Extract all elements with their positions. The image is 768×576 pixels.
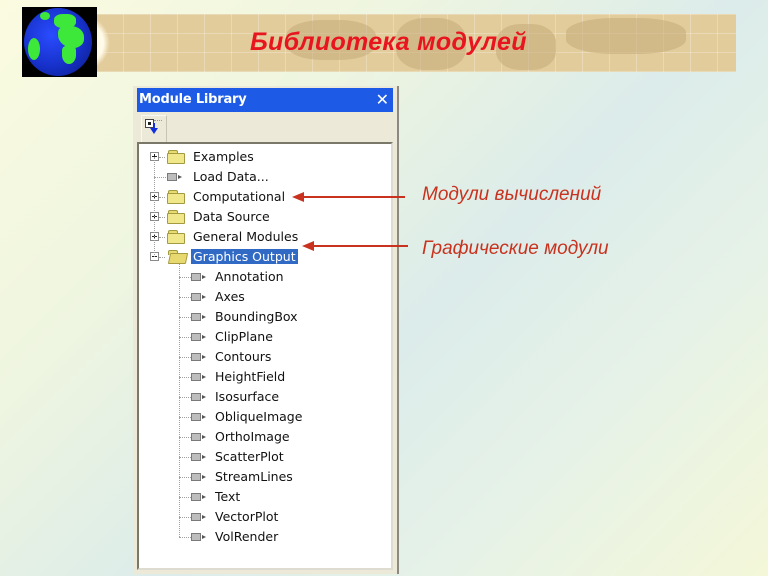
tree-item-label: Annotation <box>215 269 284 284</box>
folder-icon <box>167 190 186 204</box>
tree-item-module[interactable]: HeightField <box>139 368 391 386</box>
tree-item-folder[interactable]: Data Source <box>139 208 391 226</box>
module-icon <box>191 373 207 382</box>
tree-connector <box>179 264 180 537</box>
folder-open-icon <box>167 250 189 264</box>
tree-item-module[interactable]: VolRender <box>139 528 391 546</box>
tree-item-module[interactable]: BoundingBox <box>139 308 391 326</box>
tree-item-module[interactable]: ClipPlane <box>139 328 391 346</box>
tree-item-label: Axes <box>215 289 245 304</box>
module-icon <box>191 413 207 422</box>
expand-tree-button[interactable] <box>141 115 167 143</box>
tree-item-label: Examples <box>193 149 254 164</box>
tree-item-label: StreamLines <box>215 469 293 484</box>
tree-item-label: ObliqueImage <box>215 409 303 424</box>
module-icon <box>191 333 207 342</box>
folder-icon <box>167 210 186 224</box>
arrow-down-icon <box>150 123 158 134</box>
tree-item-label: OrthoImage <box>215 429 290 444</box>
tree-item-label: Computational <box>193 189 286 204</box>
module-library-window: Module Library ✕ Examples Load Data... Com… <box>133 86 399 574</box>
module-icon <box>191 313 207 322</box>
tree-item-module[interactable]: Isosurface <box>139 388 391 406</box>
tree-item-module[interactable]: ScatterPlot <box>139 448 391 466</box>
annotation-arrow-computational <box>302 196 405 198</box>
window-title: Module Library <box>139 92 247 107</box>
map-land-decoration <box>566 18 686 54</box>
tree-item-module[interactable]: OrthoImage <box>139 428 391 446</box>
annotation-arrow-graphics <box>312 245 408 247</box>
tree-item-module[interactable]: ObliqueImage <box>139 408 391 426</box>
tree-item-folder[interactable]: Graphics Output <box>139 248 391 266</box>
globe-icon <box>22 7 97 77</box>
module-icon <box>167 173 183 182</box>
tree-item-folder[interactable]: General Modules <box>139 228 391 246</box>
tree-item-folder[interactable]: Examples <box>139 148 391 166</box>
module-tree[interactable]: Examples Load Data... Computational Data So… <box>137 142 393 570</box>
tree-item-module[interactable]: Annotation <box>139 268 391 286</box>
module-icon <box>191 493 207 502</box>
module-icon <box>191 293 207 302</box>
module-icon <box>191 453 207 462</box>
annotation-graphics: Графические модули <box>422 238 609 259</box>
tree-item-module[interactable]: Load Data... <box>139 168 391 186</box>
tree-item-label: Load Data... <box>193 169 269 184</box>
module-icon <box>191 473 207 482</box>
module-icon <box>191 513 207 522</box>
annotation-computational: Модули вычислений <box>422 184 602 205</box>
tree-item-label: General Modules <box>193 229 299 244</box>
folder-icon <box>167 150 186 164</box>
tree-item-label: Data Source <box>193 209 270 224</box>
tree-item-module[interactable]: StreamLines <box>139 468 391 486</box>
tree-item-label: Contours <box>215 349 272 364</box>
window-titlebar[interactable]: Module Library ✕ <box>137 88 393 112</box>
tree-item-label: Graphics Output <box>191 249 298 264</box>
tree-item-module[interactable]: Text <box>139 488 391 506</box>
module-icon <box>191 353 207 362</box>
tree-item-label: ScatterPlot <box>215 449 284 464</box>
tree-item-module[interactable]: Axes <box>139 288 391 306</box>
tree-item-label: VolRender <box>215 529 279 544</box>
tree-item-label: HeightField <box>215 369 286 384</box>
tree-item-label: Isosurface <box>215 389 280 404</box>
module-icon <box>191 273 207 282</box>
module-icon <box>191 393 207 402</box>
tree-item-label: Text <box>215 489 241 504</box>
folder-icon <box>167 230 186 244</box>
tree-item-label: VectorPlot <box>215 509 279 524</box>
module-icon <box>191 533 207 542</box>
tree-item-module[interactable]: VectorPlot <box>139 508 391 526</box>
tree-item-label: BoundingBox <box>215 309 298 324</box>
module-icon <box>191 433 207 442</box>
tree-connector <box>154 157 155 257</box>
slide-title: Библиотека модулей <box>250 28 527 56</box>
close-icon[interactable]: ✕ <box>376 90 389 109</box>
tree-item-module[interactable]: Contours <box>139 348 391 366</box>
tree-item-label: ClipPlane <box>215 329 273 344</box>
